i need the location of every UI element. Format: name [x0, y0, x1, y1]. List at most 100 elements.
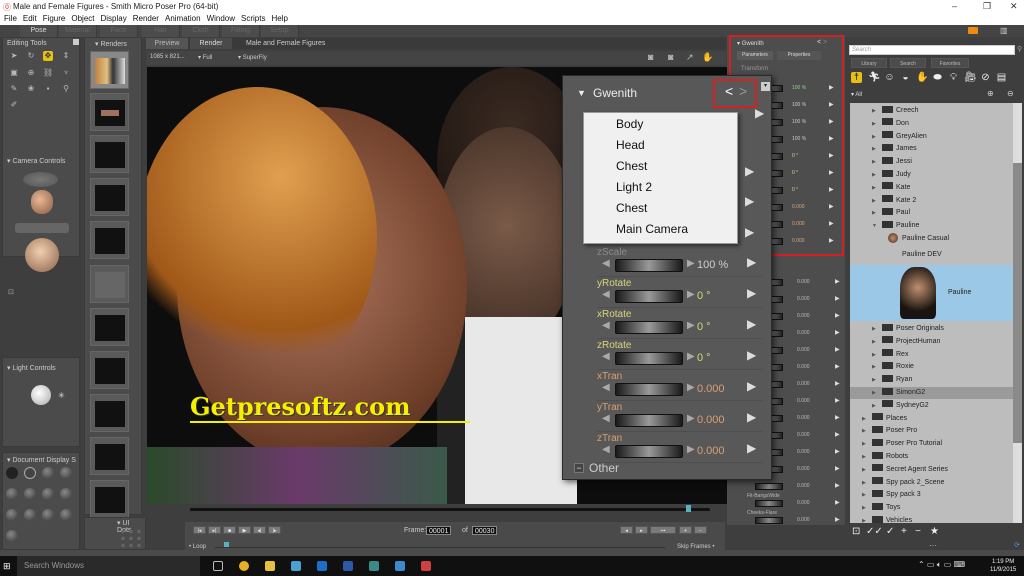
materials-icon[interactable]: ⊘	[980, 72, 991, 83]
tab-library[interactable]: Library	[851, 58, 887, 68]
library-folder[interactable]: ▶ Paul	[850, 207, 1013, 219]
library-stats-icon[interactable]: ▥	[1000, 25, 1008, 37]
expand-right-icon[interactable]: ▶	[862, 502, 872, 514]
taskbar-outlook-icon[interactable]	[317, 561, 327, 571]
stop-button[interactable]: ■	[223, 526, 236, 534]
library-folder[interactable]: ▶ Ryan	[850, 374, 1013, 386]
param-value[interactable]: 0 °	[697, 321, 711, 333]
zoom-icon[interactable]: ⚲	[61, 84, 71, 94]
menu-help[interactable]: Help	[271, 13, 287, 25]
increment-arrow-icon[interactable]: ▶	[687, 258, 695, 269]
display-lit-wireframe-icon[interactable]	[6, 488, 18, 500]
library-scrollbar[interactable]	[1013, 103, 1022, 523]
scrollbar-top[interactable]	[1013, 103, 1022, 163]
param-menu-arrow[interactable]: ▶	[835, 278, 840, 285]
display-flat-lined-icon[interactable]	[42, 488, 54, 500]
expand-right-icon[interactable]: ▶	[872, 131, 882, 143]
increment-arrow-icon[interactable]: ▶	[687, 320, 695, 331]
param-value[interactable]: 0.000	[797, 381, 810, 387]
decrement-arrow-icon[interactable]: ◀	[602, 413, 610, 424]
decrement-arrow-icon[interactable]: ◀	[602, 351, 610, 362]
param-dial[interactable]	[615, 383, 683, 396]
display-wireframe-icon[interactable]	[42, 467, 54, 479]
param-value[interactable]: 0.000	[797, 517, 810, 523]
dropdown-item-chest-2[interactable]: Chest	[616, 198, 647, 219]
taskbar-task-view-icon[interactable]	[213, 561, 223, 571]
expand-right-icon[interactable]: ▶	[862, 489, 872, 501]
param-menu-arrow[interactable]: ▶	[835, 482, 840, 489]
library-folder[interactable]: ▶ Poser Pro	[850, 425, 1013, 437]
library-folder[interactable]: ▶ Kate	[850, 182, 1013, 194]
param-menu-arrow[interactable]: ▶	[835, 499, 840, 506]
library-folder[interactable]: ▶ Jessi	[850, 156, 1013, 168]
decrement-arrow-icon[interactable]: ◀	[602, 444, 610, 455]
param-value[interactable]: 0.000	[797, 330, 810, 336]
library-folder[interactable]: ▶ SydneyG2	[850, 400, 1013, 412]
tabs-scroll-arrow[interactable]: ▶	[755, 106, 764, 120]
expand-right-icon[interactable]: ▶	[872, 349, 882, 361]
ui-dots-grid[interactable]	[119, 528, 143, 550]
current-frame-field[interactable]: 00001	[426, 526, 452, 535]
param-menu-arrow[interactable]: ▶	[747, 255, 756, 269]
render-thumbnail[interactable]	[90, 351, 129, 389]
param-menu-arrow[interactable]: ▶	[835, 329, 840, 336]
expand-right-icon[interactable]: ▶	[862, 477, 872, 489]
expressions-icon[interactable]: ☺	[884, 72, 895, 83]
param-dial[interactable]	[755, 500, 783, 507]
param-value[interactable]: 0.000	[797, 347, 810, 353]
view-magnifier-icon[interactable]: ▪	[43, 84, 53, 94]
param-menu-arrow[interactable]: ▶	[835, 363, 840, 370]
taskbar-clock[interactable]: 1:19 PM 11/9/2015	[990, 558, 1016, 574]
expand-right-icon[interactable]: ▶	[872, 207, 882, 219]
param-value[interactable]: 100 %	[792, 119, 806, 125]
expand-right-icon[interactable]: ▶	[872, 361, 882, 373]
camera-face-icon[interactable]	[23, 172, 58, 187]
refresh-icon[interactable]: ⟳	[1014, 541, 1020, 549]
library-folder[interactable]: ▶ GreyAlien	[850, 131, 1013, 143]
display-texture-shaded-icon[interactable]	[60, 509, 72, 521]
area-render-icon[interactable]: ◙	[668, 52, 673, 62]
menu-scripts[interactable]: Scripts	[241, 13, 265, 25]
figures-icon[interactable]: ☨	[851, 72, 862, 83]
timeline-track[interactable]	[215, 547, 665, 548]
param-value[interactable]: 0.000	[797, 466, 810, 472]
add-runtime-icon[interactable]: ⊕	[987, 89, 994, 98]
library-item[interactable]: Pauline Casual	[850, 233, 1013, 245]
param-menu-arrow[interactable]: ▶	[829, 237, 834, 244]
display-flat-shaded-icon[interactable]	[24, 488, 36, 500]
menu-animation[interactable]: Animation	[165, 13, 201, 25]
viewport-scrubber[interactable]	[190, 508, 710, 511]
taskbar-chrome-icon[interactable]	[239, 561, 249, 571]
display-cartoon-icon[interactable]	[60, 488, 72, 500]
select-icon[interactable]: ➤	[9, 51, 19, 61]
param-menu-arrow[interactable]: ▶	[829, 203, 834, 210]
add-icon[interactable]: +	[901, 526, 907, 537]
menu-display[interactable]: Display	[101, 13, 127, 25]
tab-pose[interactable]: Pose	[20, 25, 58, 37]
param-value[interactable]: 100 %	[792, 102, 806, 108]
param-menu-arrow[interactable]: ▶	[745, 194, 754, 208]
param-value[interactable]: 100 %	[792, 136, 806, 142]
library-folder[interactable]: ▶ Don	[850, 118, 1013, 130]
translate-in-out-icon[interactable]: ⇕	[61, 51, 71, 61]
increment-arrow-icon[interactable]: ▶	[687, 351, 695, 362]
display-shaded-icon[interactable]	[6, 509, 18, 521]
library-folder[interactable]: ▶ Toys	[850, 502, 1013, 514]
first-frame-button[interactable]: |◂	[193, 526, 206, 534]
render-camera-icon[interactable]: ◙	[648, 52, 653, 62]
library-folder[interactable]: ▶ Robots	[850, 451, 1013, 463]
param-value[interactable]: 0.000	[797, 432, 810, 438]
favorite-icon[interactable]: ★	[930, 526, 939, 537]
param-menu-arrow[interactable]: ▶	[829, 152, 834, 159]
expand-right-icon[interactable]: ▶	[872, 105, 882, 117]
scrubber-handle[interactable]	[686, 505, 691, 512]
panel-menu-button[interactable]: ▾	[761, 82, 770, 91]
remove-icon[interactable]: −	[915, 526, 921, 537]
expand-right-icon[interactable]: ▶	[862, 425, 872, 437]
param-menu-arrow[interactable]: ▶	[747, 410, 756, 424]
library-folder[interactable]: ▶ James	[850, 143, 1013, 155]
light-sun-icon[interactable]: ✳	[58, 391, 65, 400]
decrement-arrow-icon[interactable]: ◀	[602, 382, 610, 393]
remove-runtime-icon[interactable]: ⊖	[1007, 89, 1014, 98]
minimize-button[interactable]: –	[952, 0, 957, 13]
